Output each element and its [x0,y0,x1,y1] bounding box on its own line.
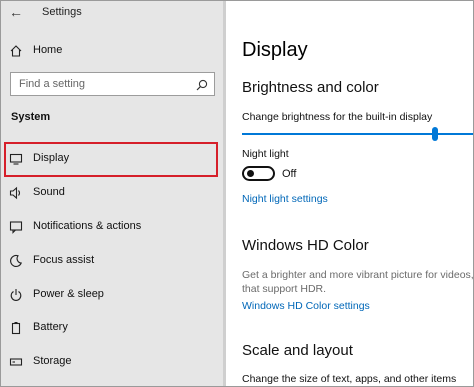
selection-highlight-box [4,142,218,177]
nav-item-label: Power & sleep [33,288,104,300]
hdr-description-line1: Get a brighter and more vibrant picture … [242,269,474,281]
night-light-toggle[interactable] [242,166,275,181]
slider-track[interactable] [242,133,473,135]
page-title: Display [242,39,308,61]
navigation-pane: ← Settings Home System Display [1,1,223,386]
brightness-heading: Brightness and color [242,79,379,96]
nav-item-focus-assist[interactable]: Focus assist [1,246,219,276]
nav-item-sound[interactable]: Sound [1,178,219,208]
night-light-state: Off [282,168,297,180]
night-light-label: Night light [242,148,289,160]
slider-thumb[interactable] [432,127,438,141]
hd-color-settings-link[interactable]: Windows HD Color settings [242,300,370,312]
power-icon [9,288,23,302]
storage-icon [9,355,23,369]
notification-icon [9,220,23,234]
settings-window: ← Settings Home System Display [0,0,474,387]
moon-icon [9,254,23,268]
brightness-slider[interactable] [242,127,473,141]
scale-description: Change the size of text, apps, and other… [242,373,457,385]
hdr-description-line2: that support HDR. [242,283,327,295]
battery-icon [9,321,23,335]
nav-home-label: Home [33,44,63,56]
hdr-heading: Windows HD Color [242,237,369,254]
nav-item-battery[interactable]: Battery [1,313,219,343]
back-arrow-icon[interactable]: ← [7,3,25,21]
nav-item-storage[interactable]: Storage [1,347,219,377]
nav-section-heading: System [11,111,51,123]
nav-item-label: Focus assist [33,254,95,266]
nav-item-label: Battery [33,321,68,333]
nav-item-label: Storage [33,355,72,367]
toggle-knob [247,170,254,177]
search-input[interactable] [11,73,199,95]
night-light-settings-link[interactable]: Night light settings [242,193,328,205]
home-icon [9,44,23,58]
nav-item-notifications[interactable]: Notifications & actions [1,212,219,242]
nav-home[interactable]: Home [1,36,219,66]
content-pane: Display Brightness and color Change brig… [226,1,474,386]
speaker-icon [9,186,23,200]
app-title: Settings [42,6,82,18]
nav-item-power-sleep[interactable]: Power & sleep [1,280,219,310]
nav-item-label: Notifications & actions [33,220,142,232]
search-icon[interactable] [196,78,208,91]
brightness-slider-label: Change brightness for the built-in displ… [242,111,433,123]
nav-item-label: Sound [33,186,65,198]
search-box[interactable] [10,72,215,96]
title-bar: ← Settings [1,1,223,27]
scale-heading: Scale and layout [242,342,353,359]
